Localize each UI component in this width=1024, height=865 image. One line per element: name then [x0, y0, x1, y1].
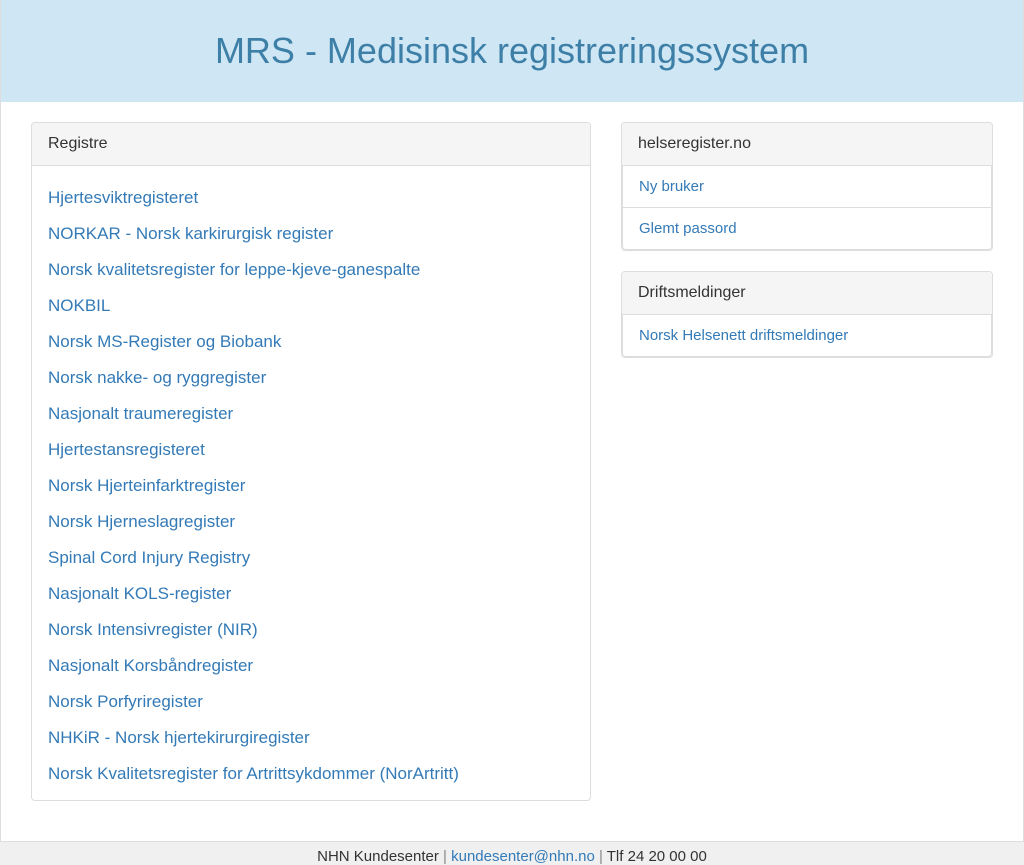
footer-email-link[interactable]: kundesenter@nhn.no	[451, 848, 595, 865]
page-header: MRS - Medisinsk registreringssystem	[1, 0, 1023, 102]
register-link[interactable]: Hjertesviktregisteret	[48, 180, 574, 216]
register-link[interactable]: Norsk MS-Register og Biobank	[48, 324, 574, 360]
page-wrapper: MRS - Medisinsk registreringssystem Regi…	[0, 0, 1024, 842]
forgot-password-link[interactable]: Glemt passord	[622, 208, 992, 250]
footer-org: NHN Kundesenter	[317, 848, 439, 865]
register-link[interactable]: NOKBIL	[48, 288, 574, 324]
registre-body: Hjertesviktregisteret NORKAR - Norsk kar…	[32, 166, 590, 800]
register-link[interactable]: Norsk nakke- og ryggregister	[48, 360, 574, 396]
register-link[interactable]: Nasjonalt Korsbåndregister	[48, 648, 574, 684]
footer: NHN Kundesenter | kundesenter@nhn.no | T…	[0, 842, 1024, 865]
register-link[interactable]: Nasjonalt KOLS-register	[48, 576, 574, 612]
registre-heading: Registre	[32, 123, 590, 166]
register-link[interactable]: Nasjonalt traumeregister	[48, 396, 574, 432]
register-link[interactable]: Norsk Hjerteinfarktregister	[48, 468, 574, 504]
register-link[interactable]: Norsk kvalitetsregister for leppe-kjeve-…	[48, 252, 574, 288]
helseregister-panel: helseregister.no Ny bruker Glemt passord	[621, 122, 993, 251]
main-column: Registre Hjertesviktregisteret NORKAR - …	[31, 122, 591, 821]
register-link[interactable]: Norsk Porfyriregister	[48, 684, 574, 720]
register-link[interactable]: Spinal Cord Injury Registry	[48, 540, 574, 576]
driftsmelding-link[interactable]: Norsk Helsenett driftsmeldinger	[622, 315, 992, 357]
register-link[interactable]: NORKAR - Norsk karkirurgisk register	[48, 216, 574, 252]
register-link[interactable]: Hjertestansregisteret	[48, 432, 574, 468]
footer-separator: |	[599, 848, 607, 865]
register-link[interactable]: Norsk Hjerneslagregister	[48, 504, 574, 540]
page-title: MRS - Medisinsk registreringssystem	[21, 30, 1003, 72]
footer-phone: Tlf 24 20 00 00	[607, 848, 707, 865]
helseregister-heading: helseregister.no	[622, 123, 992, 166]
driftsmeldinger-panel: Driftsmeldinger Norsk Helsenett driftsme…	[621, 271, 993, 358]
registre-panel: Registre Hjertesviktregisteret NORKAR - …	[31, 122, 591, 801]
driftsmeldinger-heading: Driftsmeldinger	[622, 272, 992, 315]
register-link[interactable]: Norsk Intensivregister (NIR)	[48, 612, 574, 648]
register-link[interactable]: Norsk Kvalitetsregister for Artrittsykdo…	[48, 756, 574, 792]
side-column: helseregister.no Ny bruker Glemt passord…	[621, 122, 993, 821]
footer-separator: |	[443, 848, 451, 865]
register-link[interactable]: NHKiR - Norsk hjertekirurgiregister	[48, 720, 574, 756]
new-user-link[interactable]: Ny bruker	[622, 166, 992, 208]
content-row: Registre Hjertesviktregisteret NORKAR - …	[1, 102, 1023, 841]
